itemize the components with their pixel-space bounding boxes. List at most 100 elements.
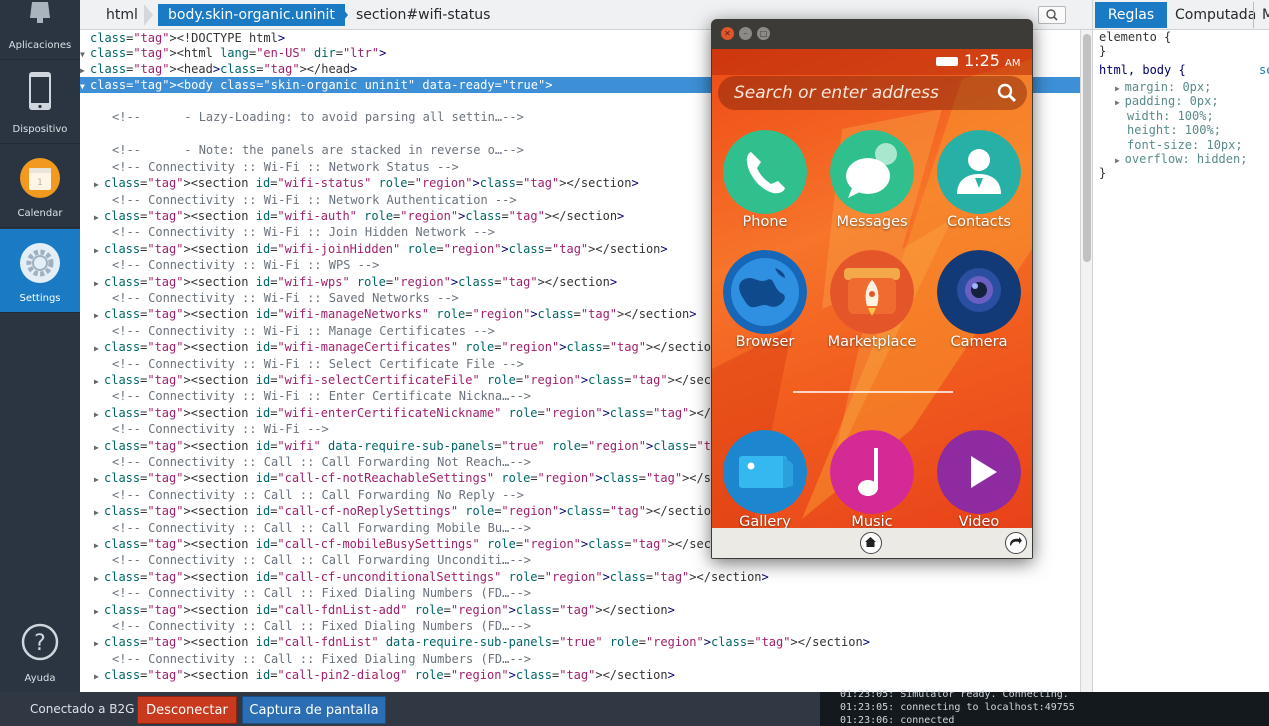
phone-status-bar: 1:25 AM bbox=[712, 49, 1032, 75]
markup-node-text: class="tag"><section id="wifi-auth" role… bbox=[104, 209, 625, 223]
app-browser[interactable]: Browser bbox=[715, 250, 815, 360]
scrollbar-thumb[interactable] bbox=[1083, 34, 1091, 262]
markup-node-text: class="tag"><section id="wifi-selectCert… bbox=[104, 373, 747, 387]
close-window-button[interactable]: ✕ bbox=[721, 27, 734, 40]
tab-reglas[interactable]: Reglas bbox=[1095, 2, 1167, 28]
app-label: Contacts bbox=[947, 214, 1011, 230]
markup-node-text: class="tag"><section id="wifi-joinHidden… bbox=[104, 242, 668, 256]
markup-node-text: class="tag"><section id="wifi" data-requ… bbox=[104, 439, 812, 453]
expand-toggle-icon[interactable]: ▶ bbox=[94, 177, 104, 193]
markup-node-text: class="tag"><section id="call-cf-mobileB… bbox=[104, 537, 747, 551]
expand-toggle-icon[interactable]: ▶ bbox=[94, 669, 104, 685]
markup-node-text: class="tag"><!DOCTYPE html> bbox=[90, 31, 286, 45]
app-video[interactable]: Video bbox=[929, 430, 1029, 529]
breadcrumb-section[interactable]: section#wifi-status bbox=[346, 4, 500, 26]
sidebar-item-calendar[interactable]: 1 Calendar bbox=[0, 144, 80, 228]
rule-property[interactable]: width: 100%; bbox=[1127, 109, 1214, 124]
breadcrumb-separator-icon bbox=[144, 4, 153, 26]
markup-node-text: class="tag"><body class="skin-organic un… bbox=[90, 78, 553, 92]
minimize-window-button[interactable]: – bbox=[739, 27, 752, 40]
breadcrumb-html[interactable]: html bbox=[96, 4, 148, 26]
markup-comment-node[interactable]: <!-- Connectivity :: Call :: Fixed Diali… bbox=[80, 651, 1080, 667]
app-messages[interactable]: Messages bbox=[822, 130, 922, 240]
app-music[interactable]: Music bbox=[822, 430, 922, 529]
home-button[interactable] bbox=[860, 532, 882, 554]
rule-property[interactable]: height: 100%; bbox=[1127, 123, 1221, 138]
expand-toggle-icon[interactable]: ▶ bbox=[94, 472, 104, 488]
rule-selector: html, body { bbox=[1099, 63, 1186, 77]
search-icon bbox=[1046, 9, 1058, 21]
screenshot-button[interactable]: Captura de pantalla bbox=[242, 696, 386, 724]
sidebar-item-settings[interactable]: Settings bbox=[0, 229, 80, 313]
app-label: Messages bbox=[836, 214, 908, 230]
markup-comment-node[interactable]: <!-- Connectivity :: Call :: Fixed Diali… bbox=[80, 618, 1080, 634]
app-camera[interactable]: Camera bbox=[929, 250, 1029, 360]
clock-ampm: AM bbox=[1005, 58, 1021, 69]
rule-close: } bbox=[1099, 44, 1107, 58]
connection-status: Conectado a B2G bbox=[30, 702, 135, 716]
clock-time: 1:25 bbox=[964, 51, 1000, 70]
address-search-bar[interactable]: Search or enter address bbox=[718, 76, 1027, 110]
markup-node[interactable]: ▶ class="tag"><section id="call-fdnList" … bbox=[80, 634, 1080, 650]
maximize-window-button[interactable]: □ bbox=[757, 27, 770, 40]
markup-node-text: <!-- Connectivity :: Wi-Fi --> bbox=[112, 422, 329, 436]
tab-computada[interactable]: Computada bbox=[1167, 2, 1264, 28]
markup-node-text: <!-- Connectivity :: Wi-Fi :: Network Au… bbox=[112, 193, 517, 207]
app-contacts[interactable]: Contacts bbox=[929, 130, 1029, 240]
markup-node-text: class="tag"><section id="wifi-enterCerti… bbox=[104, 406, 769, 420]
app-label: Marketplace bbox=[827, 334, 917, 350]
expand-toggle-icon[interactable]: ▶ bbox=[94, 341, 104, 357]
browser-globe-icon bbox=[723, 250, 807, 334]
simulator-toolbar bbox=[712, 528, 1032, 558]
app-phone[interactable]: Phone bbox=[715, 130, 815, 240]
markup-node-text: <!-- Connectivity :: Call :: Fixed Diali… bbox=[112, 586, 532, 600]
breadcrumb-body[interactable]: body.skin-organic.uninit bbox=[158, 4, 345, 26]
markup-node[interactable]: ▶ class="tag"><section id="call-fdnList-a… bbox=[80, 602, 1080, 618]
tab-more[interactable]: M bbox=[1253, 2, 1269, 28]
expand-toggle-icon[interactable]: ▶ bbox=[94, 636, 104, 652]
svg-text:?: ? bbox=[34, 631, 46, 656]
maximize-icon: □ bbox=[759, 29, 768, 38]
markup-node-text: <!-- Connectivity :: Wi-Fi :: Join Hidde… bbox=[112, 225, 495, 239]
markup-node-text: <!-- - Lazy-Loading: to avoid parsing al… bbox=[112, 110, 524, 124]
app-marketplace[interactable]: Marketplace bbox=[822, 250, 922, 360]
disconnect-button[interactable]: Desconectar bbox=[137, 696, 237, 724]
markup-node[interactable]: ▶ class="tag"><section id="call-pin2-dial… bbox=[80, 667, 1080, 683]
markup-node-text: class="tag"><section id="wifi-status" ro… bbox=[104, 176, 639, 190]
markup-node[interactable]: ▶ class="tag"><section id="call-cf-uncond… bbox=[80, 569, 1080, 585]
rule-property[interactable]: ▶ overflow: hidden; bbox=[1115, 152, 1247, 167]
app-label: Phone bbox=[742, 214, 788, 230]
rotate-button[interactable] bbox=[1005, 532, 1027, 554]
markup-scrollbar[interactable] bbox=[1080, 30, 1092, 692]
status-bar: Conectado a B2G Desconectar Captura de p… bbox=[0, 692, 820, 726]
rules-tabs: Reglas Computada M bbox=[1093, 0, 1269, 30]
console-line: 01:23:05: Simulator ready. Connecting. bbox=[840, 689, 1069, 700]
sidebar-item-label: Calendar bbox=[17, 208, 63, 219]
sidebar-item-ayuda[interactable]: ? Ayuda bbox=[0, 608, 80, 692]
sidebar-item-aplicaciones[interactable]: Aplicaciones bbox=[0, 0, 80, 60]
rule-selector: elemento { bbox=[1099, 30, 1172, 44]
sidebar-item-dispositivo[interactable]: Dispositivo bbox=[0, 60, 80, 144]
markup-node-text: <!-- Connectivity :: Call :: Fixed Diali… bbox=[112, 652, 532, 666]
rule-property[interactable]: font-size: 10px; bbox=[1127, 138, 1243, 153]
rule-property[interactable]: ▶ padding: 0px; bbox=[1115, 94, 1219, 109]
rule-source-link[interactable]: se bbox=[1259, 63, 1269, 78]
markup-node-text: <!-- Connectivity :: Wi-Fi :: Manage Cer… bbox=[112, 324, 495, 338]
rule-property[interactable]: ▶ margin: 0px; bbox=[1115, 80, 1211, 95]
markup-comment-node[interactable]: <!-- Connectivity :: Call :: Fixed Diali… bbox=[80, 585, 1080, 601]
rule-property-text: margin: 0px; bbox=[1124, 80, 1212, 94]
app-gallery[interactable]: Gallery bbox=[715, 430, 815, 529]
markup-node-text: <!-- Connectivity :: Wi-Fi :: WPS --> bbox=[112, 258, 380, 272]
sidebar-item-label: Settings bbox=[19, 293, 61, 304]
markup-node-text: class="tag"><section id="call-cf-notReac… bbox=[104, 471, 762, 485]
search-button[interactable] bbox=[1038, 6, 1066, 24]
help-icon: ? bbox=[21, 623, 59, 661]
rule-property-text: padding: 0px; bbox=[1124, 94, 1219, 108]
markup-node-text: <!-- Connectivity :: Wi-Fi :: Select Cer… bbox=[112, 357, 524, 371]
expand-toggle-icon[interactable]: ▶ bbox=[94, 505, 104, 521]
expand-toggle-icon[interactable]: ▼ bbox=[80, 79, 90, 95]
expand-toggle-icon[interactable]: ▶ bbox=[94, 308, 104, 324]
